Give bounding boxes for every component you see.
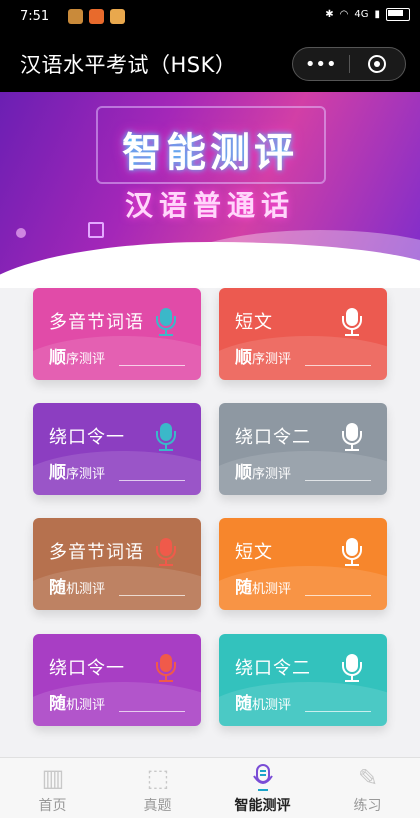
mode-big: 随 bbox=[235, 578, 252, 598]
card-title: 多音节词语 bbox=[49, 312, 144, 333]
card-mode: 顺序测评 bbox=[235, 458, 291, 483]
building-icon: ▥ bbox=[41, 764, 65, 792]
app-notification-icon bbox=[110, 9, 125, 24]
card-mode: 随机测评 bbox=[235, 689, 291, 714]
test-card[interactable]: 绕口令一 顺序测评 bbox=[33, 403, 201, 495]
more-dots-icon[interactable]: ••• bbox=[293, 48, 349, 80]
mode-small: 序测评 bbox=[252, 352, 292, 367]
signal-icon: ▮ bbox=[374, 9, 380, 20]
tab-bar: ▥ 首页 ⬚ 真题 智能测评 ✎ 练习 bbox=[0, 757, 420, 818]
tab-exams[interactable]: ⬚ 真题 bbox=[105, 758, 210, 818]
card-underline bbox=[119, 365, 185, 366]
nav-bar: 汉语水平考试（HSK） ••• bbox=[0, 34, 420, 92]
tab-label: 真题 bbox=[143, 798, 172, 814]
mode-big: 随 bbox=[235, 694, 252, 714]
microphone-icon bbox=[341, 538, 365, 568]
microphone-icon bbox=[155, 538, 179, 568]
mode-small: 机测评 bbox=[66, 698, 106, 713]
banner-decoration bbox=[88, 222, 104, 238]
card-underline bbox=[119, 595, 185, 596]
test-card[interactable]: 绕口令二 顺序测评 bbox=[219, 403, 387, 495]
card-mode: 随机测评 bbox=[49, 689, 105, 714]
battery-icon bbox=[386, 8, 410, 21]
pencil-icon: ✎ bbox=[357, 764, 379, 792]
banner-title: 智能测评 bbox=[122, 130, 298, 176]
card-mode: 顺序测评 bbox=[49, 343, 105, 368]
card-underline bbox=[305, 595, 371, 596]
bluetooth-icon: ✱ bbox=[325, 9, 334, 20]
card-title: 绕口令二 bbox=[235, 427, 311, 448]
card-underline bbox=[119, 480, 185, 481]
microphone-icon bbox=[155, 308, 179, 338]
tab-practice[interactable]: ✎ 练习 bbox=[315, 758, 420, 818]
mode-big: 顺 bbox=[235, 348, 252, 368]
wifi-icon: ◠ bbox=[339, 9, 349, 20]
status-bar: 7:51 ✱ ◠ 4G ▮ bbox=[0, 0, 420, 34]
card-underline bbox=[305, 480, 371, 481]
mini-program-capsule: ••• bbox=[292, 47, 406, 81]
mode-big: 顺 bbox=[49, 463, 66, 483]
microphone-icon bbox=[248, 764, 278, 792]
mode-small: 序测评 bbox=[66, 352, 106, 367]
card-mode: 随机测评 bbox=[49, 573, 105, 598]
mode-small: 序测评 bbox=[252, 467, 292, 482]
network-label: 4G bbox=[354, 9, 369, 20]
card-underline bbox=[119, 711, 185, 712]
test-card[interactable]: 短文 顺序测评 bbox=[219, 288, 387, 380]
banner-decoration bbox=[16, 228, 26, 238]
card-title: 绕口令一 bbox=[49, 427, 125, 448]
microphone-icon bbox=[155, 654, 179, 684]
tab-label: 首页 bbox=[38, 798, 67, 814]
page-title: 汉语水平考试（HSK） bbox=[20, 53, 237, 77]
tab-home[interactable]: ▥ 首页 bbox=[0, 758, 105, 818]
mode-big: 随 bbox=[49, 578, 66, 598]
mode-small: 机测评 bbox=[66, 582, 106, 597]
status-time: 7:51 bbox=[20, 9, 50, 24]
close-ring-icon bbox=[368, 55, 387, 73]
tab-smart-test[interactable]: 智能测评 bbox=[210, 758, 315, 818]
microphone-icon bbox=[341, 308, 365, 338]
tab-label: 智能测评 bbox=[234, 798, 291, 814]
card-underline bbox=[305, 365, 371, 366]
mini-program-close-icon[interactable] bbox=[350, 48, 406, 80]
mode-big: 顺 bbox=[235, 463, 252, 483]
card-title: 多音节词语 bbox=[49, 542, 144, 563]
card-mode: 顺序测评 bbox=[49, 458, 105, 483]
test-card[interactable]: 绕口令二 随机测评 bbox=[219, 634, 387, 726]
microphone-icon bbox=[341, 423, 365, 453]
mode-small: 序测评 bbox=[66, 467, 106, 482]
microphone-icon bbox=[155, 423, 179, 453]
banner: 智能测评 汉语普通话 bbox=[0, 92, 420, 288]
card-mode: 随机测评 bbox=[235, 573, 291, 598]
card-title: 绕口令一 bbox=[49, 658, 125, 679]
app-notification-icon bbox=[68, 9, 83, 24]
card-title: 短文 bbox=[235, 542, 273, 563]
test-card[interactable]: 短文 随机测评 bbox=[219, 518, 387, 610]
card-underline bbox=[305, 711, 371, 712]
test-card[interactable]: 多音节词语 随机测评 bbox=[33, 518, 201, 610]
card-title: 短文 bbox=[235, 312, 273, 333]
banner-wave bbox=[0, 242, 420, 288]
app-notification-icon bbox=[89, 9, 104, 24]
microphone-icon bbox=[341, 654, 365, 684]
notification-icons bbox=[68, 9, 125, 24]
tab-label: 练习 bbox=[353, 798, 382, 814]
chart-icon: ⬚ bbox=[146, 764, 170, 792]
mode-big: 顺 bbox=[49, 348, 66, 368]
mode-big: 随 bbox=[49, 694, 66, 714]
card-title: 绕口令二 bbox=[235, 658, 311, 679]
banner-subtitle: 汉语普通话 bbox=[124, 189, 295, 222]
test-card[interactable]: 绕口令一 随机测评 bbox=[33, 634, 201, 726]
test-card[interactable]: 多音节词语 顺序测评 bbox=[33, 288, 201, 380]
mode-small: 机测评 bbox=[252, 582, 292, 597]
status-right: ✱ ◠ 4G ▮ bbox=[325, 8, 410, 21]
mode-small: 机测评 bbox=[252, 698, 292, 713]
card-mode: 顺序测评 bbox=[235, 343, 291, 368]
